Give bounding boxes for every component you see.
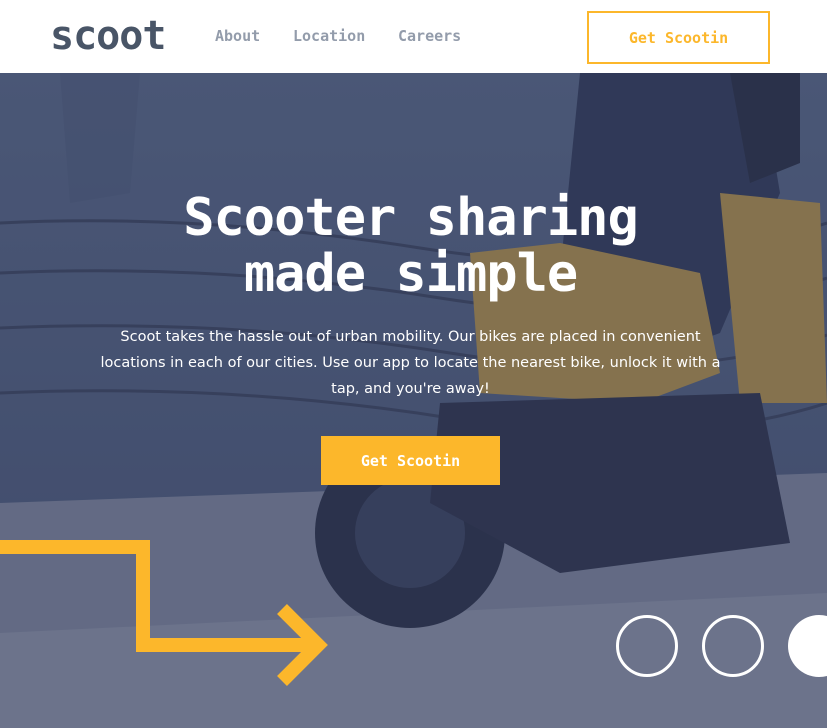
hero-title-line-2: made simple (243, 244, 578, 304)
hero-title: Scooter sharing made simple (0, 190, 821, 302)
hero-section: Scooter sharing made simple Scoot takes … (0, 73, 827, 728)
right-arrow-line-icon (0, 540, 328, 686)
header-get-scootin-button[interactable]: Get Scootin (587, 11, 770, 64)
site-header: scoot About Location Careers Get Scootin (0, 0, 827, 73)
scoot-logo[interactable]: scoot (50, 10, 166, 62)
hero-get-scootin-button[interactable]: Get Scootin (321, 436, 500, 485)
nav-link-location[interactable]: Location (293, 26, 365, 46)
circle-outline-icon (702, 615, 764, 677)
nav-link-careers[interactable]: Careers (398, 26, 461, 46)
hero-title-line-1: Scooter sharing (183, 188, 639, 248)
landing-page: scoot About Location Careers Get Scootin (0, 0, 827, 728)
nav-link-about[interactable]: About (215, 26, 260, 46)
circle-outline-icon (616, 615, 678, 677)
hero-description: Scoot takes the hassle out of urban mobi… (100, 329, 721, 397)
